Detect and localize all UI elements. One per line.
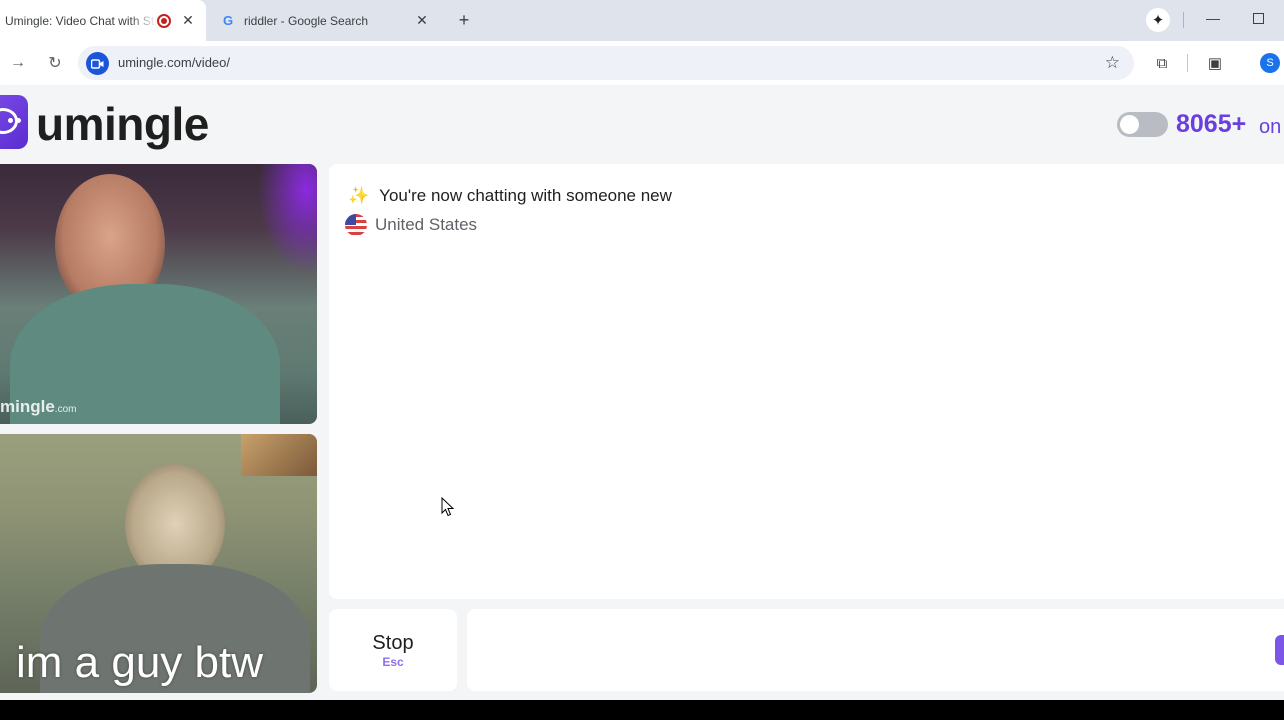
tab-title: riddler - Google Search — [244, 13, 369, 28]
tab-strip: Umingle: Video Chat with Stra ✕ G riddle… — [0, 0, 1284, 41]
chat-log: ✨ You're now chatting with someone new U… — [329, 164, 1284, 599]
partner-country: United States — [345, 214, 477, 236]
remote-video: mingle.com — [0, 164, 317, 424]
local-video: im a guy btw — [0, 434, 317, 693]
chat-status-text: You're now chatting with someone new — [379, 186, 672, 205]
new-tab-icon[interactable]: + — [454, 10, 474, 30]
reload-icon[interactable]: ↻ — [44, 52, 66, 74]
video-watermark: mingle.com — [0, 397, 77, 416]
chat-status-line: ✨ You're now chatting with someone new — [348, 186, 672, 206]
page-content: umingle 8065+ on mingle.com im a guy btw… — [0, 85, 1284, 700]
tab-google-search[interactable]: G riddler - Google Search ✕ — [208, 0, 440, 41]
site-info-icon[interactable] — [86, 52, 109, 75]
minimize-icon[interactable]: — — [1204, 10, 1222, 30]
message-input[interactable] — [467, 609, 1284, 691]
tab-umingle[interactable]: Umingle: Video Chat with Stra ✕ — [0, 0, 206, 41]
stop-button-label: Stop — [372, 631, 414, 654]
extensions-icon[interactable]: ⧉ — [1153, 54, 1171, 72]
profile-avatar[interactable]: S — [1260, 53, 1280, 73]
site-logo[interactable]: umingle — [36, 97, 209, 151]
stop-button[interactable]: Stop Esc — [329, 609, 457, 691]
send-button[interactable] — [1275, 635, 1284, 665]
close-tab-icon[interactable]: ✕ — [414, 12, 430, 29]
mouse-cursor-icon — [441, 497, 455, 517]
us-flag-icon — [345, 214, 367, 236]
bookmark-star-icon[interactable]: ☆ — [1105, 53, 1120, 73]
google-icon: G — [222, 13, 234, 28]
cast-icon[interactable]: ▣ — [1206, 54, 1224, 72]
browser-window: Umingle: Video Chat with Stra ✕ G riddle… — [0, 0, 1284, 700]
recording-icon — [157, 13, 171, 28]
video-caption: im a guy btw — [16, 638, 263, 687]
url-text: umingle.com/video/ — [118, 55, 230, 70]
tab-title: Umingle: Video Chat with Stra — [5, 13, 157, 28]
country-name: United States — [375, 215, 478, 234]
theme-toggle[interactable] — [1117, 112, 1168, 137]
address-bar[interactable]: umingle.com/video/ ☆ — [78, 46, 1134, 80]
stop-shortcut-hint: Esc — [382, 654, 404, 669]
sparkle-icon: ✨ — [348, 186, 370, 205]
close-tab-icon[interactable]: ✕ — [180, 12, 196, 29]
maximize-icon[interactable] — [1253, 13, 1264, 24]
online-label: on — [1259, 116, 1282, 138]
umingle-logo-icon — [0, 95, 28, 149]
browser-toolbar: → ↻ umingle.com/video/ ☆ ⧉ ▣ S — [0, 41, 1284, 85]
gemini-icon[interactable]: ✦ — [1146, 8, 1170, 32]
divider — [1187, 54, 1188, 72]
divider — [1183, 12, 1184, 28]
forward-icon[interactable]: → — [7, 52, 29, 74]
online-count: 8065+ — [1176, 110, 1247, 138]
